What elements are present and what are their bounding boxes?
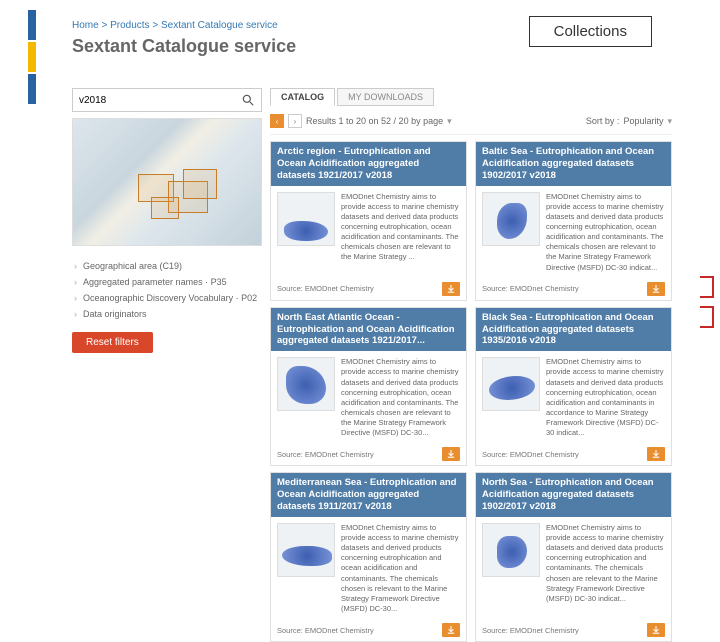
filter-sidebar: ›Geographical area (C19) ›Aggregated par…: [72, 88, 262, 642]
search-icon[interactable]: [241, 93, 255, 107]
results-grid: Arctic region - Eutrophication and Ocean…: [270, 141, 672, 642]
reset-filters-button[interactable]: Reset filters: [72, 332, 153, 353]
map-preview[interactable]: [72, 118, 262, 246]
card-thumbnail: [277, 192, 335, 246]
card-description: EMODnet Chemistry aims to provide access…: [546, 523, 665, 614]
decorative-bracket: [700, 306, 714, 328]
card-description: EMODnet Chemistry aims to provide access…: [341, 523, 460, 614]
card-description: EMODnet Chemistry aims to provide access…: [546, 192, 665, 273]
card-description: EMODnet Chemistry aims to provide access…: [341, 192, 460, 273]
results-count-text: Results 1 to 20 on 52 / 20 by page: [306, 116, 443, 126]
dataset-card[interactable]: Black Sea - Eutrophication and Ocean Aci…: [475, 307, 672, 467]
card-source: Source: EMODnet Chemistry: [277, 450, 374, 459]
page-title: Sextant Catalogue service: [72, 36, 296, 57]
dataset-card[interactable]: North East Atlantic Ocean - Eutrophicati…: [270, 307, 467, 467]
card-title: Arctic region - Eutrophication and Ocean…: [271, 142, 466, 186]
card-description: EMODnet Chemistry aims to provide access…: [341, 357, 460, 438]
facet-data-originators[interactable]: ›Data originators: [74, 306, 260, 322]
breadcrumb-products[interactable]: Products: [110, 20, 149, 31]
dataset-card[interactable]: Baltic Sea - Eutrophication and Ocean Ac…: [475, 141, 672, 301]
sort-value[interactable]: Popularity: [623, 116, 663, 126]
card-source: Source: EMODnet Chemistry: [482, 626, 579, 635]
card-thumbnail: [277, 357, 335, 411]
breadcrumb-current: Sextant Catalogue service: [161, 20, 278, 31]
download-button[interactable]: [442, 623, 460, 637]
chevron-right-icon: ›: [74, 261, 77, 271]
download-icon: [447, 450, 455, 458]
breadcrumb: Home > Products > Sextant Catalogue serv…: [72, 20, 278, 31]
chevron-right-icon: ›: [74, 277, 77, 287]
card-thumbnail: [482, 192, 540, 246]
download-icon: [652, 285, 660, 293]
download-button[interactable]: [647, 447, 665, 461]
card-title: Baltic Sea - Eutrophication and Ocean Ac…: [476, 142, 671, 186]
results-panel: CATALOG MY DOWNLOADS ‹ › Results 1 to 20…: [270, 88, 672, 642]
card-source: Source: EMODnet Chemistry: [277, 626, 374, 635]
card-thumbnail: [277, 523, 335, 577]
caret-down-icon[interactable]: ▾: [447, 116, 452, 127]
card-title: Black Sea - Eutrophication and Ocean Aci…: [476, 308, 671, 352]
tab-catalog[interactable]: CATALOG: [270, 88, 335, 106]
card-title: North Sea - Eutrophication and Ocean Aci…: [476, 473, 671, 517]
dataset-card[interactable]: Arctic region - Eutrophication and Ocean…: [270, 141, 467, 301]
download-button[interactable]: [647, 282, 665, 296]
sort-label: Sort by :: [586, 116, 620, 126]
collections-label-box: Collections: [529, 16, 652, 47]
card-thumbnail: [482, 523, 540, 577]
card-title: Mediterranean Sea - Eutrophication and O…: [271, 473, 466, 517]
dataset-card[interactable]: North Sea - Eutrophication and Ocean Aci…: [475, 472, 672, 642]
card-source: Source: EMODnet Chemistry: [482, 450, 579, 459]
facet-geographical-area[interactable]: ›Geographical area (C19): [74, 258, 260, 274]
search-box[interactable]: [72, 88, 262, 112]
download-icon: [652, 450, 660, 458]
download-icon: [447, 285, 455, 293]
brand-logo: [28, 10, 36, 104]
chevron-right-icon: ›: [74, 293, 77, 303]
facet-list: ›Geographical area (C19) ›Aggregated par…: [72, 254, 262, 326]
tab-my-downloads[interactable]: MY DOWNLOADS: [337, 88, 434, 106]
download-button[interactable]: [442, 447, 460, 461]
card-description: EMODnet Chemistry aims to provide access…: [546, 357, 665, 438]
decorative-bracket: [700, 276, 714, 298]
pager-prev-button[interactable]: ‹: [270, 114, 284, 128]
chevron-right-icon: ›: [74, 309, 77, 319]
download-button[interactable]: [442, 282, 460, 296]
pager-next-button[interactable]: ›: [288, 114, 302, 128]
card-source: Source: EMODnet Chemistry: [277, 284, 374, 293]
tab-bar: CATALOG MY DOWNLOADS: [270, 88, 672, 106]
search-input[interactable]: [79, 95, 219, 106]
card-title: North East Atlantic Ocean - Eutrophicati…: [271, 308, 466, 352]
card-thumbnail: [482, 357, 540, 411]
download-icon: [447, 626, 455, 634]
card-source: Source: EMODnet Chemistry: [482, 284, 579, 293]
facet-parameter-names[interactable]: ›Aggregated parameter names · P35: [74, 274, 260, 290]
download-button[interactable]: [647, 623, 665, 637]
breadcrumb-home[interactable]: Home: [72, 20, 99, 31]
facet-discovery-vocabulary[interactable]: ›Oceanographic Discovery Vocabulary · P0…: [74, 290, 260, 306]
download-icon: [652, 626, 660, 634]
results-bar: ‹ › Results 1 to 20 on 52 / 20 by page ▾…: [270, 110, 672, 135]
dataset-card[interactable]: Mediterranean Sea - Eutrophication and O…: [270, 472, 467, 642]
caret-down-icon[interactable]: ▾: [667, 116, 672, 127]
